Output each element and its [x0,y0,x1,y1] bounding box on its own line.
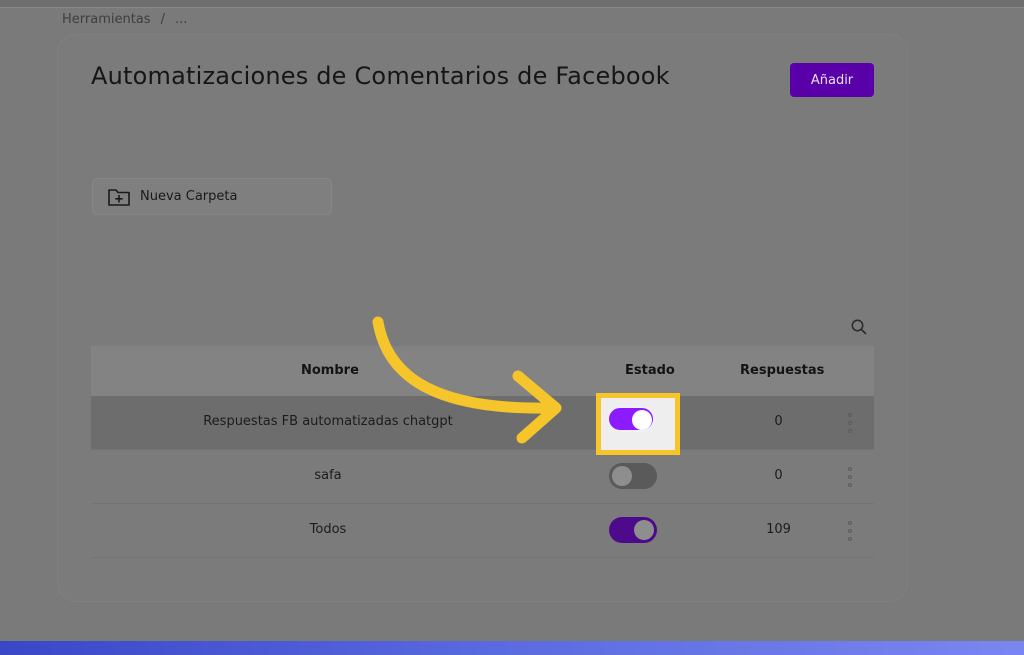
row-menu-icon[interactable] [845,467,855,487]
new-folder-button[interactable]: Nueva Carpeta [92,178,332,215]
header-name: Nombre [301,363,359,378]
breadcrumb-current: ... [174,12,188,27]
row-responses: 0 [774,468,783,483]
folder-plus-icon [107,186,133,208]
header-status: Estado [625,363,675,378]
page-title: Automatizaciones de Comentarios de Faceb… [91,62,670,90]
status-toggle-highlighted[interactable] [607,406,655,432]
add-button[interactable]: Añadir [790,63,874,97]
toggle-knob [632,410,652,430]
table-row: Todos 109 [91,504,874,558]
row-name: safa [314,468,342,483]
row-name: Todos [309,522,347,537]
row-responses: 109 [766,522,791,537]
bottom-gradient-bar [0,641,1024,655]
top-border [0,0,1024,8]
breadcrumb-separator: / [160,12,165,27]
row-menu-icon[interactable] [845,521,855,541]
header-responses: Respuestas [740,363,825,378]
row-responses: 0 [774,414,783,429]
search-icon[interactable] [850,318,868,336]
breadcrumb: Herramientas / ... [62,12,187,27]
status-toggle[interactable] [609,517,657,543]
breadcrumb-tools[interactable]: Herramientas [62,12,151,27]
status-toggle[interactable] [609,463,657,489]
toggle-knob [634,520,654,540]
row-menu-icon[interactable] [845,413,855,433]
curved-arrow-icon [372,316,562,444]
new-folder-label: Nueva Carpeta [140,189,238,204]
highlight-frame [596,393,680,455]
toggle-knob [612,466,632,486]
